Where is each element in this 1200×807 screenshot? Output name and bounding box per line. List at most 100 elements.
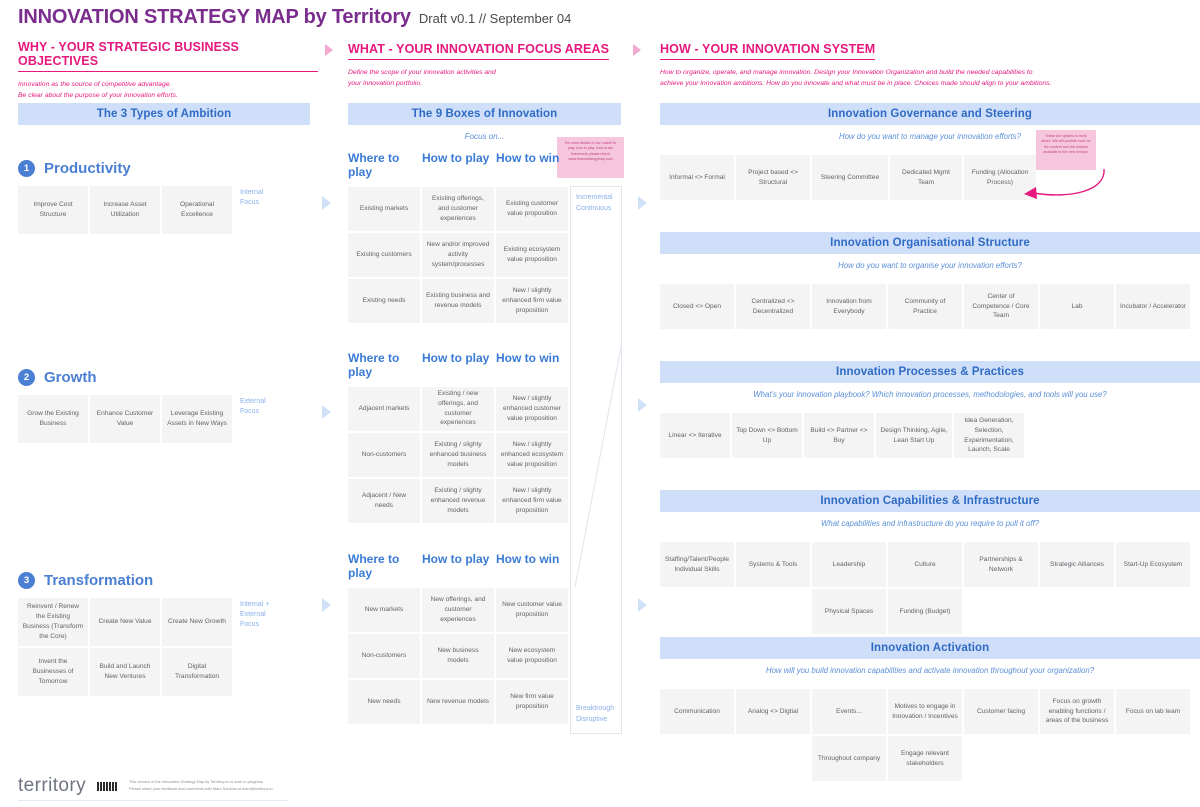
nine-box-cell[interactable]: New / slightly enhanced firm value propo… [496, 478, 568, 523]
processes-card[interactable]: Idea Generation, Selection, Experimentat… [954, 413, 1024, 458]
why-column: The 3 Types of Ambition [18, 103, 310, 125]
nine-box-cell[interactable]: New needs [348, 679, 420, 724]
nine-box-cell[interactable]: New customer value proposition [496, 587, 568, 632]
nine-box-cell[interactable]: New firm value proposition [496, 679, 568, 724]
nine-box-cell[interactable]: Existing / slighty enhanced business mod… [422, 432, 494, 477]
capabilities-card[interactable]: Physical Spaces [812, 589, 886, 634]
nine-box-cell[interactable]: Existing needs [348, 278, 420, 323]
nine-box-cell[interactable]: Non-customers [348, 432, 420, 477]
nine-box-cell[interactable]: Existing customers [348, 232, 420, 277]
governance-card[interactable]: Project based <> Structural [736, 155, 810, 200]
nine-boxes-row: New needs New revenue models New firm va… [348, 679, 568, 724]
activation-card[interactable]: Motives to engage in Innovation / Incent… [888, 689, 962, 734]
org-structure-card[interactable]: Community of Practice [888, 284, 962, 329]
ambition-card[interactable]: Build and Launch New Ventures [90, 648, 160, 696]
org-structure-card[interactable]: Incubator / Accelerator [1116, 284, 1190, 329]
ambition-card[interactable]: Create New Value [90, 598, 160, 646]
nine-box-cell[interactable]: New offerings, and customer experiences [422, 587, 494, 632]
org-structure-card[interactable]: Lab [1040, 284, 1114, 329]
activation-card[interactable]: Throughout company [812, 736, 886, 781]
capabilities-card[interactable]: Staffing/Talent/People Individual Skills [660, 542, 734, 587]
activation-card[interactable]: Customer facing [964, 689, 1038, 734]
nine-box-cell[interactable]: New and/or improved activity system/proc… [422, 232, 494, 277]
nine-box-cell[interactable]: New / slightly enhanced ecosystem value … [496, 432, 568, 477]
what-column: The 9 Boxes of Innovation Focus on... [348, 103, 621, 141]
org-structure-row: Closed <> Open Centralized <> Decentrali… [660, 284, 1200, 329]
ambition-card[interactable]: Create New Growth [162, 598, 232, 646]
activation-card[interactable]: Focus on growth enabling functions / are… [1040, 689, 1114, 734]
nine-box-cell[interactable]: Existing customer value proposition [496, 186, 568, 231]
governance-card[interactable]: Steering Committee [812, 155, 888, 200]
org-structure-card[interactable]: Closed <> Open [660, 284, 734, 329]
nine-box-cell[interactable]: New ecosystem value proposition [496, 633, 568, 678]
what-column-header: WHAT - YOUR INNOVATION FOCUS AREAS Defin… [348, 40, 623, 89]
capabilities-card[interactable]: Systems & Tools [736, 542, 810, 587]
nine-boxes-block-3: Where to play How to play How to win New… [348, 552, 568, 724]
what-block-1-arrow-icon [638, 196, 647, 210]
nine-boxes-row: Non-customers New business models New ec… [348, 633, 568, 678]
processes-card[interactable]: Design Thinking, Agile, Lean Start Up [876, 413, 952, 458]
nine-box-cell[interactable]: New / slightly enhanced customer value p… [496, 386, 568, 431]
org-structure-card[interactable]: Centralized <> Decentralized [736, 284, 810, 329]
capabilities-card[interactable]: Culture [888, 542, 962, 587]
processes-card[interactable]: Top Down <> Bottom Up [732, 413, 802, 458]
ambition-card[interactable]: Improve Cost Structure [18, 186, 88, 234]
governance-card[interactable]: Dedicated Mgmt Team [890, 155, 962, 200]
nine-box-cell[interactable]: New markets [348, 587, 420, 632]
nine-box-cell[interactable]: Adjacent / New needs [348, 478, 420, 523]
activation-card[interactable]: Communication [660, 689, 734, 734]
ambition-card[interactable]: Grow the Existing Business [18, 395, 88, 443]
ambition-card[interactable]: Operational Excellence [162, 186, 232, 234]
how-sticky-note: These are options to work about. We will… [1036, 130, 1096, 170]
activation-card[interactable]: Analog <> Digtial [736, 689, 810, 734]
nine-box-cell[interactable]: New business models [422, 633, 494, 678]
nine-boxes-headers-2: Where to play How to play How to win [348, 351, 568, 380]
how-section-processes: Innovation Processes & Practices What's … [660, 361, 1200, 458]
capabilities-card[interactable]: Start-Up Ecosystem [1116, 542, 1190, 587]
ambition-card[interactable]: Increase Asset Utilization [90, 186, 160, 234]
capabilities-card[interactable]: Partnerships & Network [964, 542, 1038, 587]
what-to-how-arrow-icon [633, 44, 641, 56]
nine-box-cell[interactable]: New / slightly enhanced firm value propo… [496, 278, 568, 323]
nine-boxes-row: Existing markets Existing offerings, and… [348, 186, 568, 231]
nine-box-cell[interactable]: New revenue models [422, 679, 494, 724]
ambition-card[interactable]: Leverage Existing Assets in New Ways [162, 395, 232, 443]
nine-box-cell[interactable]: Adjacent markets [348, 386, 420, 431]
why-to-what-arrow-icon [325, 44, 333, 56]
processes-card[interactable]: Linear <> Iterative [660, 413, 730, 458]
nine-box-cell[interactable]: Existing markets [348, 186, 420, 231]
how-description: How to organize, operate, and manage inn… [660, 69, 1052, 87]
nine-box-cell[interactable]: Existing / slighty enhanced revenue mode… [422, 478, 494, 523]
activation-card[interactable]: Engage relevant stakeholders [888, 736, 962, 781]
capabilities-card[interactable]: Funding (Budget) [888, 589, 962, 634]
ambition-card[interactable]: Reinvent / Renew the Existing Business (… [18, 598, 88, 646]
activation-card[interactable]: Focus on lab team [1116, 689, 1190, 734]
ambition-card[interactable]: Digital Transformation [162, 648, 232, 696]
org-structure-card[interactable]: Innovation from Everybody [812, 284, 886, 329]
ambition-1-number: 1 [18, 160, 35, 177]
nine-box-cell[interactable]: Existing / new offerings, and customer e… [422, 386, 494, 431]
nine-boxes-row: Adjacent markets Existing / new offering… [348, 386, 568, 431]
activation-card[interactable]: Events... [812, 689, 886, 734]
ambition-transformation: 3 Transformation Reinvent / Renew the Ex… [18, 572, 318, 696]
ambition-2-arrow-icon [322, 405, 331, 419]
ambition-3-row-1: Reinvent / Renew the Existing Business (… [18, 598, 318, 646]
nine-box-cell[interactable]: Existing ecosystem value proposition [496, 232, 568, 277]
capabilities-card[interactable]: Leadership [812, 542, 886, 587]
ambition-card[interactable]: Enhance Customer Value [90, 395, 160, 443]
nine-box-cell[interactable]: Existing business and revenue models [422, 278, 494, 323]
nine-boxes-block-2: Where to play How to play How to win Adj… [348, 351, 568, 523]
ambition-card[interactable]: Invent the Businesses of Tomorrow [18, 648, 88, 696]
nine-box-cell[interactable]: Non-customers [348, 633, 420, 678]
how-to-play-header: How to play [422, 552, 490, 566]
processes-card[interactable]: Build <> Partner <> Buy [804, 413, 874, 458]
capabilities-card[interactable]: Strategic Alliances [1040, 542, 1114, 587]
nine-box-cell[interactable]: Existing offerings, and customer experie… [422, 186, 494, 231]
nine-boxes-headers-3: Where to play How to play How to win [348, 552, 568, 581]
why-heading: WHY - YOUR STRATEGIC BUSINESS OBJECTIVES [18, 40, 318, 72]
org-structure-card[interactable]: Center of Competence / Core Team [964, 284, 1038, 329]
governance-card[interactable]: Informal <> Formal [660, 155, 734, 200]
governance-banner: Innovation Governance and Steering [660, 103, 1200, 125]
nine-boxes-grid-1: Existing markets Existing offerings, and… [348, 186, 568, 323]
ambition-1-header: 1 Productivity [18, 160, 318, 177]
